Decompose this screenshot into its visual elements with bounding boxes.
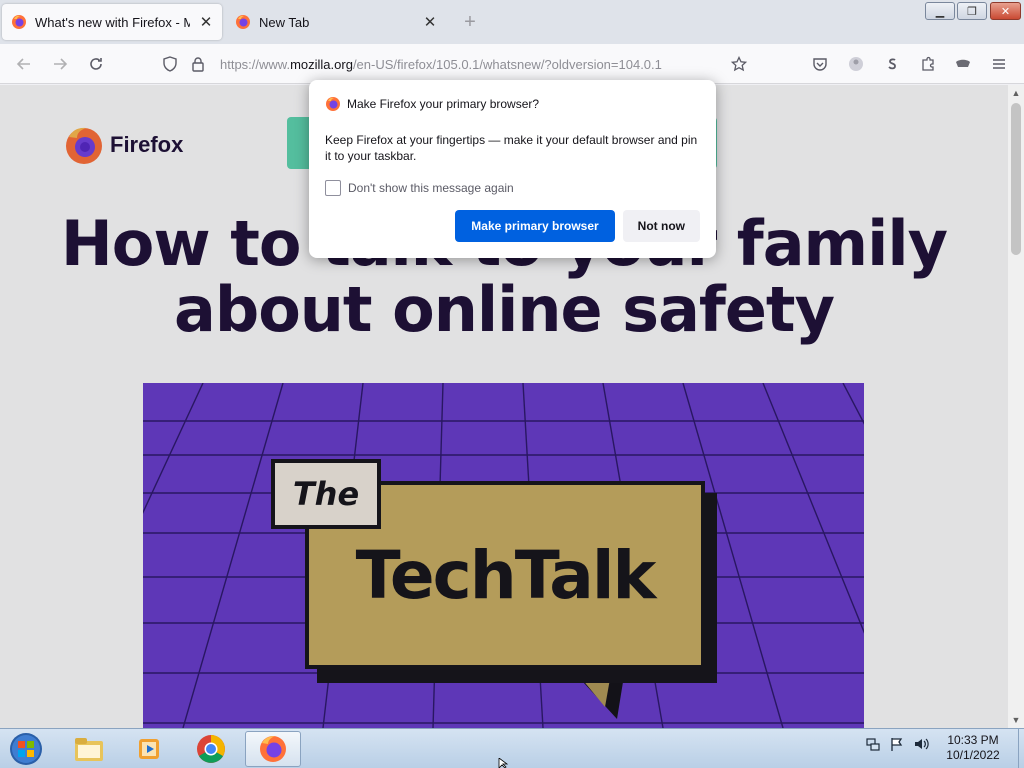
extension-mask-icon [956,59,970,67]
windows-logo-icon [10,733,42,765]
url-text: https://www.mozilla.org/en-US/firefox/10… [220,56,662,72]
tab-whats-new[interactable]: What's new with Firefox - More ✕ [2,4,222,40]
taskbar-explorer[interactable] [61,731,117,767]
network-icon[interactable] [864,735,882,753]
show-desktop-button[interactable] [1018,729,1024,768]
scroll-down-arrow-icon[interactable]: ▼ [1008,712,1024,728]
close-window-button[interactable]: ✕ [990,2,1021,20]
start-button[interactable] [6,731,46,767]
scrollbar-thumb[interactable] [1011,103,1021,255]
firefox-icon [326,97,340,111]
firefox-icon [12,15,26,29]
reload-button[interactable] [84,52,108,76]
close-tab-icon[interactable]: ✕ [422,14,438,31]
extension-s-icon [888,58,896,70]
dont-show-again-checkbox[interactable] [325,180,341,196]
extension-puzzle-icon [922,56,934,71]
app-menu-button[interactable] [987,52,1011,76]
folder-icon [75,738,103,761]
navigation-toolbar: https://www.mozilla.org/en-US/firefox/10… [0,44,1024,84]
pocket-icon [813,58,827,71]
windows-taskbar: 10:33 PM 10/1/2022 [0,728,1024,768]
dialog-title: Make Firefox your primary browser? [347,97,540,111]
minimize-button[interactable]: ▁ [925,2,955,20]
dialog-header: Make Firefox your primary browser? [325,96,700,112]
firefox-icon [260,736,286,762]
dont-show-again-option[interactable]: Don't show this message again [325,180,700,196]
make-primary-browser-button[interactable]: Make primary browser [455,210,615,242]
account-icon [849,57,863,71]
tracking-protection-shield-icon[interactable] [160,54,180,74]
account-button[interactable] [844,52,868,76]
scroll-up-arrow-icon[interactable]: ▲ [1008,85,1024,101]
close-tab-icon[interactable]: ✕ [198,14,214,31]
system-tray [864,735,936,753]
extension-mask-button[interactable] [951,52,975,76]
chrome-icon [197,735,225,763]
back-button[interactable] [12,52,36,76]
action-center-flag-icon[interactable] [888,735,906,753]
bookmark-star-button[interactable] [727,52,751,76]
tab-strip: What's new with Firefox - More ✕ New Tab… [0,0,1024,44]
media-player-icon [139,739,159,759]
url-bar[interactable]: https://www.mozilla.org/en-US/firefox/10… [160,50,760,78]
taskbar-media-player[interactable] [122,731,178,767]
not-now-button[interactable]: Not now [622,210,700,242]
system-clock[interactable]: 10:33 PM 10/1/2022 [930,733,1016,763]
extension-s-button[interactable] [880,52,904,76]
forward-arrow-icon [54,58,68,70]
lock-icon[interactable] [188,54,208,74]
star-icon [731,56,747,72]
tab-title: What's new with Firefox - More [35,14,190,30]
firefox-icon [236,15,250,29]
dialog-actions: Make primary browser Not now [455,210,700,242]
pocket-button[interactable] [808,52,832,76]
mouse-cursor-icon [498,758,509,768]
taskbar-chrome[interactable] [183,731,239,767]
the-label-box: The [271,459,381,529]
clock-date: 10/1/2022 [946,748,1000,762]
forward-button[interactable] [48,52,72,76]
tab-title: New Tab [259,14,310,30]
default-browser-dialog: Make Firefox your primary browser? Keep … [309,80,716,258]
reload-icon [90,58,102,70]
hamburger-menu-icon [993,59,1005,69]
dialog-message: Keep Firefox at your fingertips — make i… [325,133,698,163]
new-tab-button[interactable]: + [458,10,482,34]
back-arrow-icon [16,58,30,70]
maximize-button[interactable]: ❐ [957,2,987,20]
clock-time: 10:33 PM [947,733,999,747]
vertical-scrollbar[interactable]: ▲ ▼ [1008,85,1024,728]
dont-show-again-label: Don't show this message again [348,181,514,195]
taskbar-firefox[interactable] [245,731,301,767]
extension-puzzle-button[interactable] [916,52,940,76]
tab-new-tab[interactable]: New Tab ✕ [226,4,446,40]
volume-icon[interactable] [912,735,930,753]
